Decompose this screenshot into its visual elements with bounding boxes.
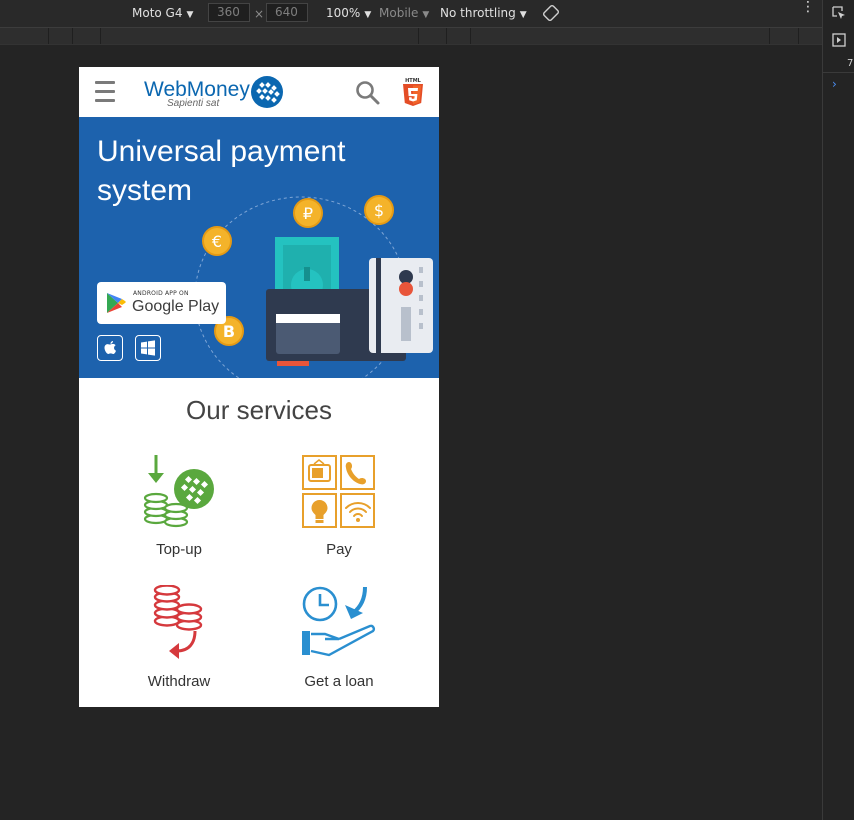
service-pay[interactable]: Pay xyxy=(259,453,419,563)
service-loan[interactable]: Get a loan xyxy=(259,585,419,695)
google-play-icon xyxy=(107,293,126,313)
apple-store-button[interactable] xyxy=(97,335,123,361)
coin-euro-icon: € xyxy=(202,226,232,256)
mode-select[interactable]: Mobile ▼ xyxy=(379,6,429,20)
brand-tagline: Sapienti sat xyxy=(167,98,220,109)
service-topup[interactable]: Top-up xyxy=(99,453,259,563)
service-label: Pay xyxy=(326,541,352,558)
hero-title: Universal payment system xyxy=(97,135,346,207)
coin-dollar-icon: $ xyxy=(364,195,394,225)
width-input[interactable]: 360 xyxy=(208,3,250,22)
chevron-down-icon: ▼ xyxy=(422,10,430,20)
services-heading: Our services xyxy=(186,395,332,425)
gplay-small-text: ANDROID APP ON xyxy=(133,290,189,297)
zoom-select[interactable]: 100% ▼ xyxy=(326,6,371,20)
pay-icon xyxy=(302,455,375,528)
media-query-ruler xyxy=(0,28,822,45)
dimension-separator: × xyxy=(254,7,265,21)
hero-banner: ₽ $ € B Universal payment system ANDROID… xyxy=(79,117,439,378)
svg-text:HTML: HTML xyxy=(405,78,422,84)
svg-text:€: € xyxy=(212,232,222,251)
toggle-device-icon[interactable] xyxy=(832,33,846,51)
service-label: Get a loan xyxy=(304,673,374,690)
svg-text:B: B xyxy=(223,322,235,341)
loan-icon xyxy=(302,586,375,657)
service-withdraw[interactable]: Withdraw xyxy=(99,585,259,695)
gplay-big-text: Google Play xyxy=(132,298,220,315)
svg-text:$: $ xyxy=(374,201,384,220)
mode-select-label: Mobile xyxy=(379,6,419,20)
withdraw-icon xyxy=(153,585,203,659)
side-counter: 7 xyxy=(847,58,854,69)
html5-icon: HTML xyxy=(402,77,424,111)
console-prompt-icon[interactable]: › xyxy=(832,77,837,91)
site-header: WebMoney Sapienti sat HTML xyxy=(79,67,439,117)
rotate-icon[interactable] xyxy=(542,4,560,24)
windows-icon xyxy=(141,340,155,356)
zoom-select-label: 100% xyxy=(326,6,361,20)
windows-store-button[interactable] xyxy=(135,335,161,361)
more-options-icon[interactable]: ⋮ xyxy=(801,0,815,14)
device-viewport: WebMoney Sapienti sat HTML ₽ $ € B Unive… xyxy=(79,67,439,707)
device-select-label: Moto G4 xyxy=(132,6,183,20)
chevron-down-icon: ▼ xyxy=(364,10,372,20)
throttle-select-label: No throttling xyxy=(440,6,516,20)
service-label: Withdraw xyxy=(147,673,211,690)
topup-icon xyxy=(143,455,214,528)
menu-icon[interactable] xyxy=(95,81,115,103)
apple-icon xyxy=(104,341,116,354)
inspect-element-icon[interactable] xyxy=(832,6,846,24)
throttle-select[interactable]: No throttling ▼ xyxy=(440,6,527,20)
devtools-device-toolbar: Moto G4 ▼ 360 × 640 100% ▼ Mobile ▼ No thro… xyxy=(0,0,822,28)
chevron-down-icon: ▼ xyxy=(186,10,194,20)
service-label: Top-up xyxy=(156,541,202,558)
device-select[interactable]: Moto G4 ▼ xyxy=(132,6,193,20)
google-play-badge[interactable]: ANDROID APP ON Google Play xyxy=(97,282,226,324)
search-icon[interactable] xyxy=(355,80,381,106)
height-input[interactable]: 640 xyxy=(266,3,308,22)
chevron-down-icon: ▼ xyxy=(519,10,527,20)
devtools-side-panel: 7 › xyxy=(822,0,854,820)
webmoney-globe-icon xyxy=(251,76,283,108)
